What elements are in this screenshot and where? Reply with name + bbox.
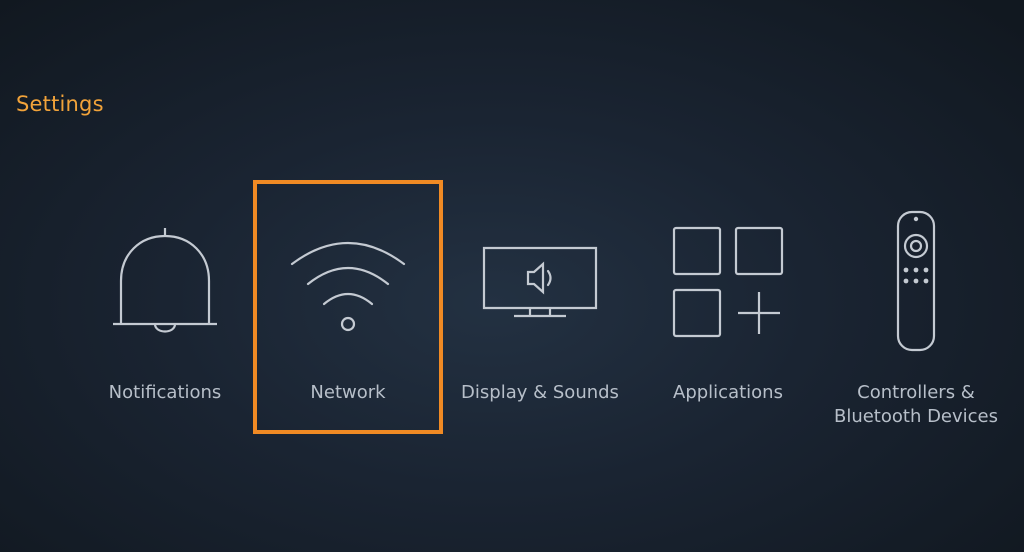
menu-item-display-sounds[interactable]: Display & Sounds	[445, 180, 635, 434]
page-title: Settings	[16, 92, 104, 116]
wifi-icon	[257, 214, 439, 354]
menu-item-controllers-bluetooth[interactable]: Controllers & Bluetooth Devices	[821, 180, 1011, 434]
display-sound-icon	[445, 210, 635, 350]
menu-item-label: Controllers & Bluetooth Devices	[833, 382, 999, 427]
menu-item-applications[interactable]: Applications	[633, 180, 823, 434]
remote-control-icon	[821, 210, 1011, 350]
menu-item-notifications[interactable]: Notifications	[70, 180, 260, 434]
bell-icon	[70, 210, 260, 350]
menu-item-network[interactable]: Network	[253, 180, 443, 434]
apps-grid-icon	[633, 210, 823, 350]
